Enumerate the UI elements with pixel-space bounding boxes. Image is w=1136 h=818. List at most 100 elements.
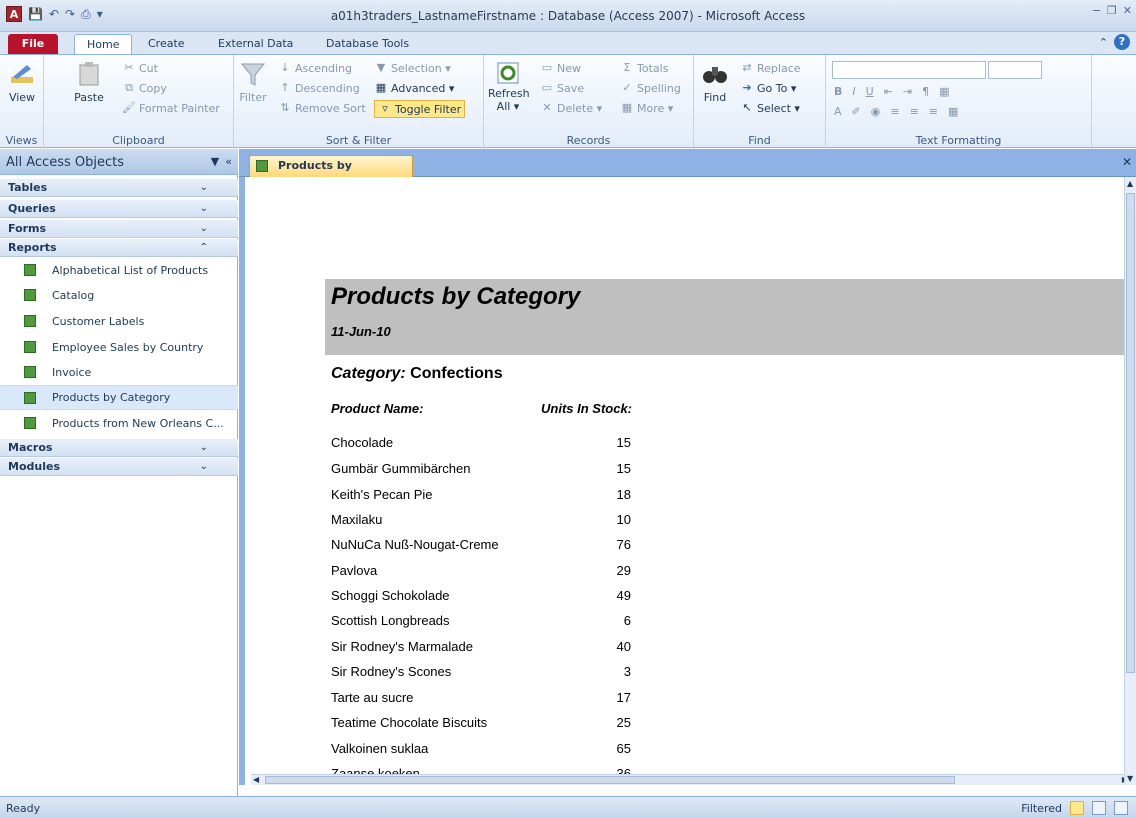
print-preview-view-icon[interactable] (1092, 801, 1106, 815)
report-icon (24, 392, 36, 404)
nav-pane-header[interactable]: All Access Objects ▼ « (0, 149, 238, 175)
save-record-button[interactable]: ▭ Save (540, 81, 584, 95)
font-color-icon[interactable]: A (834, 105, 842, 118)
nav-report-item-selected[interactable]: Products by Category (0, 385, 238, 410)
delete-record-button[interactable]: ✕ Delete ▾ (540, 101, 602, 115)
advanced-button[interactable]: ▦ Advanced ▾ (374, 81, 455, 95)
tab-file[interactable]: File (8, 34, 58, 54)
nav-report-item[interactable]: Invoice (0, 360, 238, 385)
replace-button[interactable]: ⇄ Replace (740, 61, 800, 75)
spelling-icon: ✓ (622, 81, 632, 94)
nav-category-tables[interactable]: Tables ⌄ (0, 179, 238, 197)
advanced-filter-icon: ▦ (375, 81, 387, 94)
minimize-ribbon-icon[interactable]: ⌃ (1099, 36, 1108, 49)
more-button[interactable]: ▦ More ▾ (620, 101, 674, 115)
close-document-icon[interactable]: ✕ (1122, 155, 1132, 169)
horizontal-scrollbar[interactable]: ◀ ▶ (251, 774, 1124, 785)
highlight-icon[interactable]: ✐ (852, 105, 861, 118)
nav-category-reports[interactable]: Reports ⌃ (0, 239, 238, 257)
scroll-left-icon[interactable]: ◀ (253, 775, 259, 784)
nav-report-item[interactable]: Products from New Orleans C... (0, 411, 238, 436)
selection-icon: ▼ (376, 61, 386, 74)
nav-report-item[interactable]: Employee Sales by Country (0, 335, 238, 360)
delete-icon: ✕ (542, 101, 552, 114)
align-left-icon[interactable]: ≡ (890, 105, 899, 118)
scroll-up-icon[interactable]: ▲ (1127, 179, 1133, 188)
tab-external-data[interactable]: External Data (206, 34, 305, 54)
view-icon (11, 65, 33, 83)
expand-chevron-icon: ⌄ (199, 182, 208, 193)
alternate-row-color-icon[interactable]: ▦ (948, 105, 958, 118)
nav-menu-chevron-icon[interactable]: ▼ (211, 155, 219, 168)
report-row: Valkoinen suklaa 65 (331, 741, 631, 756)
filter-button[interactable]: Filter (238, 59, 268, 104)
help-icon[interactable]: ? (1114, 34, 1130, 50)
toggle-filter-button[interactable]: ▿ Toggle Filter (374, 100, 466, 118)
nav-category-queries[interactable]: Queries ⌄ (0, 200, 238, 218)
format-painter-button[interactable]: 🖌 Format Painter (122, 101, 220, 115)
copy-button[interactable]: ⧉ Copy (122, 81, 167, 95)
report-title: Products by Category (331, 283, 581, 310)
align-center-icon[interactable]: ≡ (910, 105, 919, 118)
nav-report-item[interactable]: Customer Labels (0, 309, 238, 334)
cut-button[interactable]: ✂ Cut (122, 61, 158, 75)
sort-filter-group: Filter ↓ Ascending ↑ Descending ⇅ Remove So… (234, 55, 484, 149)
selection-button[interactable]: ▼ Selection ▾ (374, 61, 451, 75)
filter-icon (240, 63, 266, 86)
tab-create[interactable]: Create (136, 34, 197, 54)
italic-icon[interactable]: I (852, 85, 855, 98)
gridlines-icon[interactable]: ▦ (939, 85, 949, 98)
report-row: Schoggi Schokolade 49 (331, 588, 631, 603)
nav-report-item[interactable]: Alphabetical List of Products (0, 258, 238, 283)
increase-indent-icon[interactable]: ⇥ (903, 85, 912, 98)
minimize-icon[interactable]: − (1092, 4, 1101, 17)
scroll-down-icon[interactable]: ▼ (1127, 774, 1133, 783)
vertical-scroll-thumb[interactable] (1126, 193, 1135, 673)
ascending-button[interactable]: ↓ Ascending (278, 61, 352, 75)
select-button[interactable]: ↖ Select ▾ (740, 101, 800, 115)
horizontal-scroll-thumb[interactable] (265, 776, 955, 784)
report-row: Keith's Pecan Pie 18 (331, 487, 631, 502)
document-tab-products-by-category[interactable]: Products by Category (249, 155, 413, 192)
report-view-icon[interactable] (1070, 801, 1084, 815)
design-view-icon[interactable] (1114, 801, 1128, 815)
nav-category-modules[interactable]: Modules ⌄ (0, 458, 238, 476)
find-group: Find ⇄ Replace ➜ Go To ▾ ↖ Select ▾ Find (694, 55, 826, 149)
font-name-combo[interactable] (832, 61, 986, 79)
align-right-icon[interactable]: ≡ (929, 105, 938, 118)
spelling-button[interactable]: ✓ Spelling (620, 81, 680, 95)
clipboard-group: Paste ✂ Cut ⧉ Copy 🖌 Format Painter Clipboa… (44, 55, 234, 149)
window-title: a01h3traders_LastnameFirstname : Databas… (330, 9, 806, 23)
refresh-button[interactable]: Refresh All ▾ (488, 61, 530, 113)
expand-chevron-icon: ⌄ (199, 223, 208, 234)
view-button[interactable]: View (6, 59, 38, 104)
tab-home[interactable]: Home (74, 34, 133, 54)
report-icon (24, 315, 36, 327)
restore-icon[interactable]: ❐ (1107, 4, 1117, 17)
shutter-bar-close-icon[interactable]: « (225, 155, 232, 168)
views-group: View Views (0, 55, 44, 149)
nav-report-item[interactable]: Catalog (0, 283, 238, 308)
paragraph-icon[interactable]: ¶ (922, 85, 929, 98)
find-button[interactable]: Find (698, 59, 732, 104)
bold-icon[interactable]: B (834, 85, 842, 98)
decrease-indent-icon[interactable]: ⇤ (884, 85, 893, 98)
underline-icon[interactable]: U (866, 85, 874, 98)
remove-sort-button[interactable]: ⇅ Remove Sort (278, 101, 365, 115)
tab-database-tools[interactable]: Database Tools (314, 34, 421, 54)
report-row: NuNuCa Nuß-Nougat-Creme 76 (331, 537, 631, 552)
status-right: Filtered (1021, 801, 1128, 815)
paste-button[interactable]: Paste (72, 59, 106, 104)
goto-button[interactable]: ➜ Go To ▾ (740, 81, 796, 95)
descending-button[interactable]: ↑ Descending (278, 81, 359, 95)
close-window-icon[interactable]: ✕ (1123, 4, 1132, 17)
fill-color-icon[interactable]: ◉ (871, 105, 881, 118)
replace-icon: ⇄ (742, 61, 752, 74)
new-record-button[interactable]: ▭ New (540, 61, 581, 75)
nav-category-forms[interactable]: Forms ⌄ (0, 220, 238, 238)
font-size-combo[interactable] (988, 61, 1042, 79)
report-icon (24, 341, 36, 353)
vertical-scrollbar[interactable]: ▲ ▼ (1124, 177, 1136, 785)
nav-category-macros[interactable]: Macros ⌄ (0, 439, 238, 457)
totals-button[interactable]: Σ Totals (620, 61, 669, 75)
